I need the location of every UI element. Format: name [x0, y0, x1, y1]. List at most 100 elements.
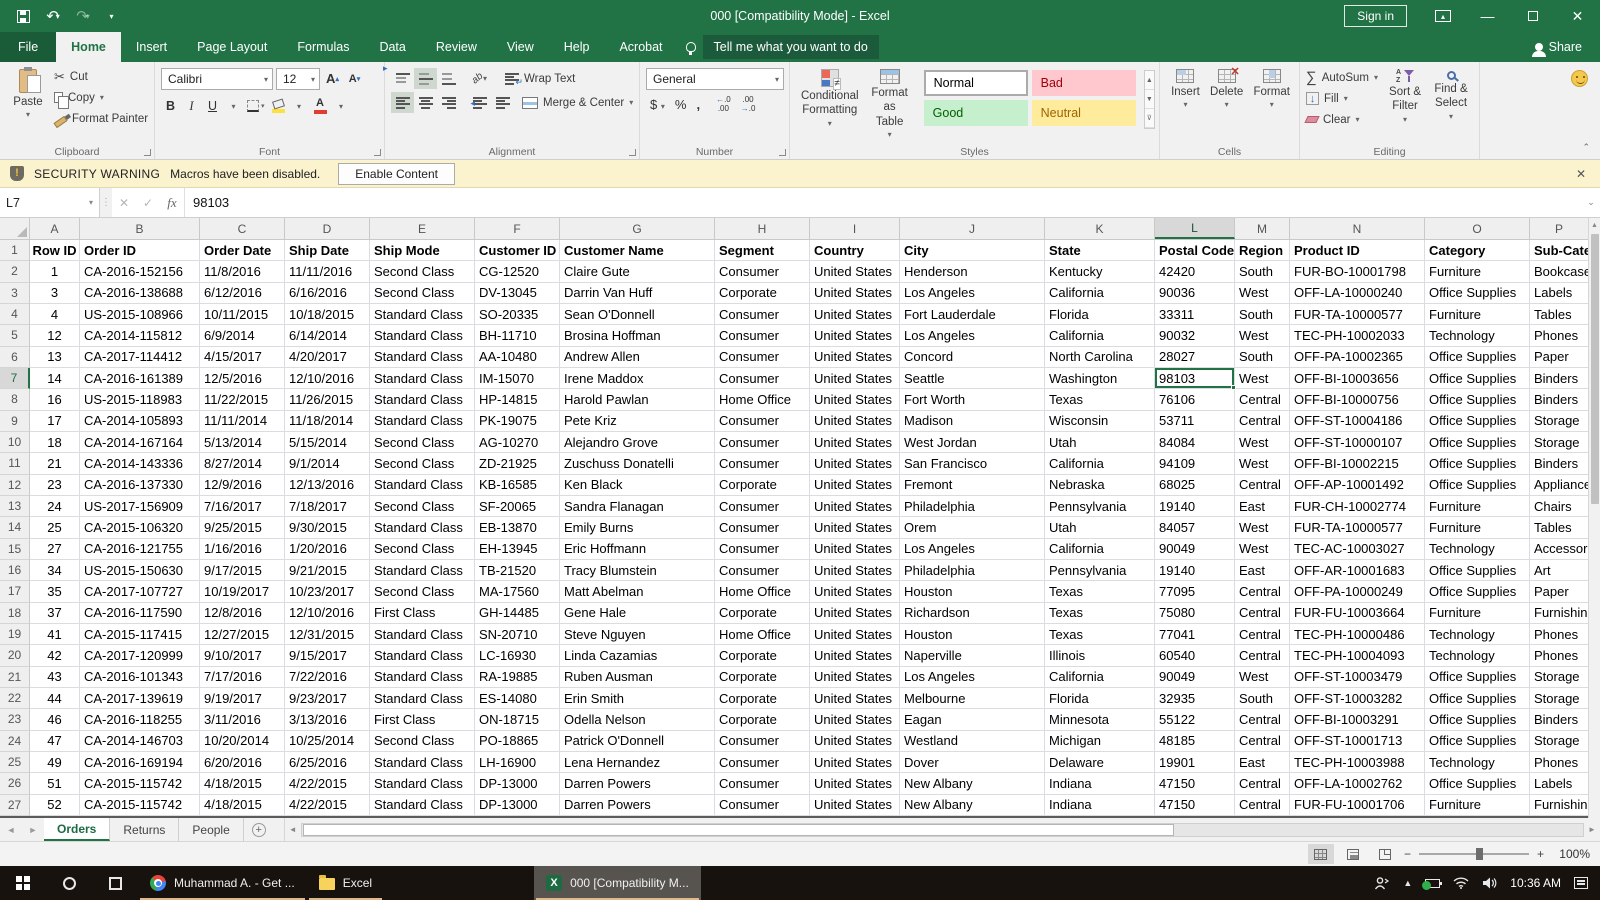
cell-K4[interactable]: Florida: [1045, 304, 1155, 325]
cell-O17[interactable]: Office Supplies: [1425, 581, 1530, 602]
scroll-up-icon[interactable]: ▲: [1591, 218, 1598, 232]
cell-O11[interactable]: Office Supplies: [1425, 453, 1530, 474]
cell-F23[interactable]: ON-18715: [475, 709, 560, 730]
cell-H13[interactable]: Consumer: [715, 496, 810, 517]
cell-A20[interactable]: 42: [30, 645, 80, 666]
cell-A3[interactable]: 3: [30, 283, 80, 304]
sheet-tab-orders[interactable]: Orders: [44, 818, 110, 841]
cell-M4[interactable]: South: [1235, 304, 1290, 325]
cell-L8[interactable]: 76106: [1155, 389, 1235, 410]
row-header-22[interactable]: 22: [0, 688, 30, 709]
horizontal-scroll-thumb[interactable]: [303, 824, 1174, 836]
cell-L17[interactable]: 77095: [1155, 581, 1235, 602]
taskbar-explorer-button[interactable]: Excel: [307, 866, 384, 900]
cell-E2[interactable]: Second Class: [370, 261, 475, 282]
cell-M10[interactable]: West: [1235, 432, 1290, 453]
cell-I7[interactable]: United States: [810, 368, 900, 389]
cell-I15[interactable]: United States: [810, 539, 900, 560]
cell-C2[interactable]: 11/8/2016: [200, 261, 285, 282]
cell-E5[interactable]: Standard Class: [370, 325, 475, 346]
column-header-M[interactable]: M: [1235, 218, 1290, 239]
cell-E10[interactable]: Second Class: [370, 432, 475, 453]
cell-B12[interactable]: CA-2016-137330: [80, 475, 200, 496]
cell-B8[interactable]: US-2015-118983: [80, 389, 200, 410]
align-right-button[interactable]: [437, 92, 460, 113]
cell-O5[interactable]: Technology: [1425, 325, 1530, 346]
cell-A7[interactable]: 14: [30, 368, 80, 389]
cell-E20[interactable]: Standard Class: [370, 645, 475, 666]
column-header-P[interactable]: P: [1530, 218, 1588, 239]
cell-H3[interactable]: Corporate: [715, 283, 810, 304]
cell-A5[interactable]: 12: [30, 325, 80, 346]
cell-M17[interactable]: Central: [1235, 581, 1290, 602]
increase-font-size-button[interactable]: A: [323, 68, 342, 89]
cell-D14[interactable]: 9/30/2015: [285, 517, 370, 538]
tab-home[interactable]: Home: [56, 32, 121, 62]
cell-F4[interactable]: SO-20335: [475, 304, 560, 325]
taskbar-excel-button[interactable]: X 000 [Compatibility M...: [534, 866, 701, 900]
cell-K21[interactable]: California: [1045, 667, 1155, 688]
font-size-select[interactable]: 12▾: [276, 68, 320, 90]
cell-F17[interactable]: MA-17560: [475, 581, 560, 602]
cell-D13[interactable]: 7/18/2017: [285, 496, 370, 517]
cell-D10[interactable]: 5/15/2014: [285, 432, 370, 453]
cell-B23[interactable]: CA-2016-118255: [80, 709, 200, 730]
underline-button[interactable]: U: [203, 96, 222, 117]
cell-N1[interactable]: Product ID: [1290, 240, 1425, 261]
gallery-down-icon[interactable]: ▼: [1145, 90, 1154, 109]
cell-C1[interactable]: Order Date: [200, 240, 285, 261]
cell-P10[interactable]: Storage: [1530, 432, 1588, 453]
cell-A16[interactable]: 34: [30, 560, 80, 581]
cell-G11[interactable]: Zuschuss Donatelli: [560, 453, 715, 474]
cell-A11[interactable]: 21: [30, 453, 80, 474]
column-header-K[interactable]: K: [1045, 218, 1155, 239]
cell-C27[interactable]: 4/18/2015: [200, 795, 285, 816]
gallery-up-icon[interactable]: ▲: [1145, 71, 1154, 90]
cell-O6[interactable]: Office Supplies: [1425, 347, 1530, 368]
cell-O8[interactable]: Office Supplies: [1425, 389, 1530, 410]
cell-E23[interactable]: First Class: [370, 709, 475, 730]
save-button[interactable]: [10, 3, 36, 29]
cell-B10[interactable]: CA-2014-167164: [80, 432, 200, 453]
cell-A24[interactable]: 47: [30, 731, 80, 752]
cell-L11[interactable]: 94109: [1155, 453, 1235, 474]
cell-I19[interactable]: United States: [810, 624, 900, 645]
column-header-G[interactable]: G: [560, 218, 715, 239]
cell-P7[interactable]: Binders: [1530, 368, 1588, 389]
cell-K2[interactable]: Kentucky: [1045, 261, 1155, 282]
cell-J24[interactable]: Westland: [900, 731, 1045, 752]
cell-C26[interactable]: 4/18/2015: [200, 773, 285, 794]
cell-H18[interactable]: Corporate: [715, 603, 810, 624]
cell-A1[interactable]: Row ID: [30, 240, 80, 261]
cell-D22[interactable]: 9/23/2017: [285, 688, 370, 709]
cell-O14[interactable]: Furniture: [1425, 517, 1530, 538]
cell-G1[interactable]: Customer Name: [560, 240, 715, 261]
cell-E3[interactable]: Second Class: [370, 283, 475, 304]
cell-N15[interactable]: TEC-AC-10003027: [1290, 539, 1425, 560]
cell-B11[interactable]: CA-2014-143336: [80, 453, 200, 474]
cell-K1[interactable]: State: [1045, 240, 1155, 261]
row-header-8[interactable]: 8: [0, 389, 30, 410]
sort-filter-button[interactable]: AZ Sort & Filter ▾: [1382, 66, 1428, 143]
cell-E15[interactable]: Second Class: [370, 539, 475, 560]
cell-H9[interactable]: Consumer: [715, 411, 810, 432]
cell-K7[interactable]: Washington: [1045, 368, 1155, 389]
cell-P23[interactable]: Binders: [1530, 709, 1588, 730]
vertical-scroll-thumb[interactable]: [1591, 234, 1599, 504]
cell-A8[interactable]: 16: [30, 389, 80, 410]
cell-K17[interactable]: Texas: [1045, 581, 1155, 602]
cell-I20[interactable]: United States: [810, 645, 900, 666]
cell-L6[interactable]: 28027: [1155, 347, 1235, 368]
cell-H8[interactable]: Home Office: [715, 389, 810, 410]
cell-N14[interactable]: FUR-TA-10000577: [1290, 517, 1425, 538]
cell-J11[interactable]: San Francisco: [900, 453, 1045, 474]
tab-formulas[interactable]: Formulas: [282, 32, 364, 62]
cell-F9[interactable]: PK-19075: [475, 411, 560, 432]
cell-J19[interactable]: Houston: [900, 624, 1045, 645]
cell-O26[interactable]: Office Supplies: [1425, 773, 1530, 794]
cell-H25[interactable]: Consumer: [715, 752, 810, 773]
cell-C5[interactable]: 6/9/2014: [200, 325, 285, 346]
cell-L24[interactable]: 48185: [1155, 731, 1235, 752]
italic-button[interactable]: I: [182, 96, 201, 117]
maximize-button[interactable]: [1510, 0, 1555, 32]
